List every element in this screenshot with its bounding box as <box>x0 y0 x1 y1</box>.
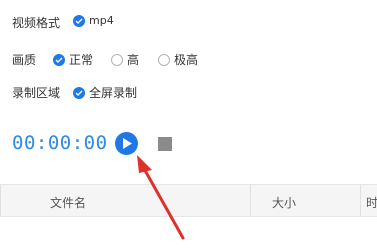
check-icon <box>53 53 65 66</box>
format-option-label: mp4 <box>89 14 114 27</box>
format-label: 视频格式 <box>12 16 61 30</box>
quality-option-very-high[interactable]: 极高 <box>158 51 198 68</box>
check-icon <box>73 14 85 27</box>
quality-label: 画质 <box>12 53 37 67</box>
column-divider <box>0 185 1 216</box>
quality-option-normal[interactable]: 正常 <box>53 51 93 68</box>
stop-record-button[interactable] <box>158 137 172 151</box>
column-divider <box>360 185 361 216</box>
quality-option-label: 极高 <box>174 53 199 67</box>
radio-empty-icon <box>158 53 170 66</box>
quality-option-label: 高 <box>127 53 140 67</box>
radio-empty-icon <box>111 53 123 66</box>
column-header-filename[interactable]: 文件名 <box>50 194 86 211</box>
region-option-label: 全屏录制 <box>89 86 138 100</box>
format-option-mp4[interactable]: mp4 <box>73 14 114 27</box>
column-header-time[interactable]: 时 <box>366 194 377 211</box>
quality-option-high[interactable]: 高 <box>111 51 139 68</box>
file-table-header: 文件名 大小 时 <box>0 184 377 217</box>
region-option-fullscreen[interactable]: 全屏录制 <box>73 84 137 101</box>
column-header-size[interactable]: 大小 <box>272 194 296 211</box>
play-icon <box>123 138 132 149</box>
quality-option-label: 正常 <box>69 53 94 67</box>
column-divider <box>250 185 251 216</box>
check-icon <box>73 86 85 99</box>
start-record-button[interactable] <box>115 132 138 155</box>
region-label: 录制区域 <box>12 86 61 100</box>
recording-timer: 00:00:00 <box>12 132 108 154</box>
